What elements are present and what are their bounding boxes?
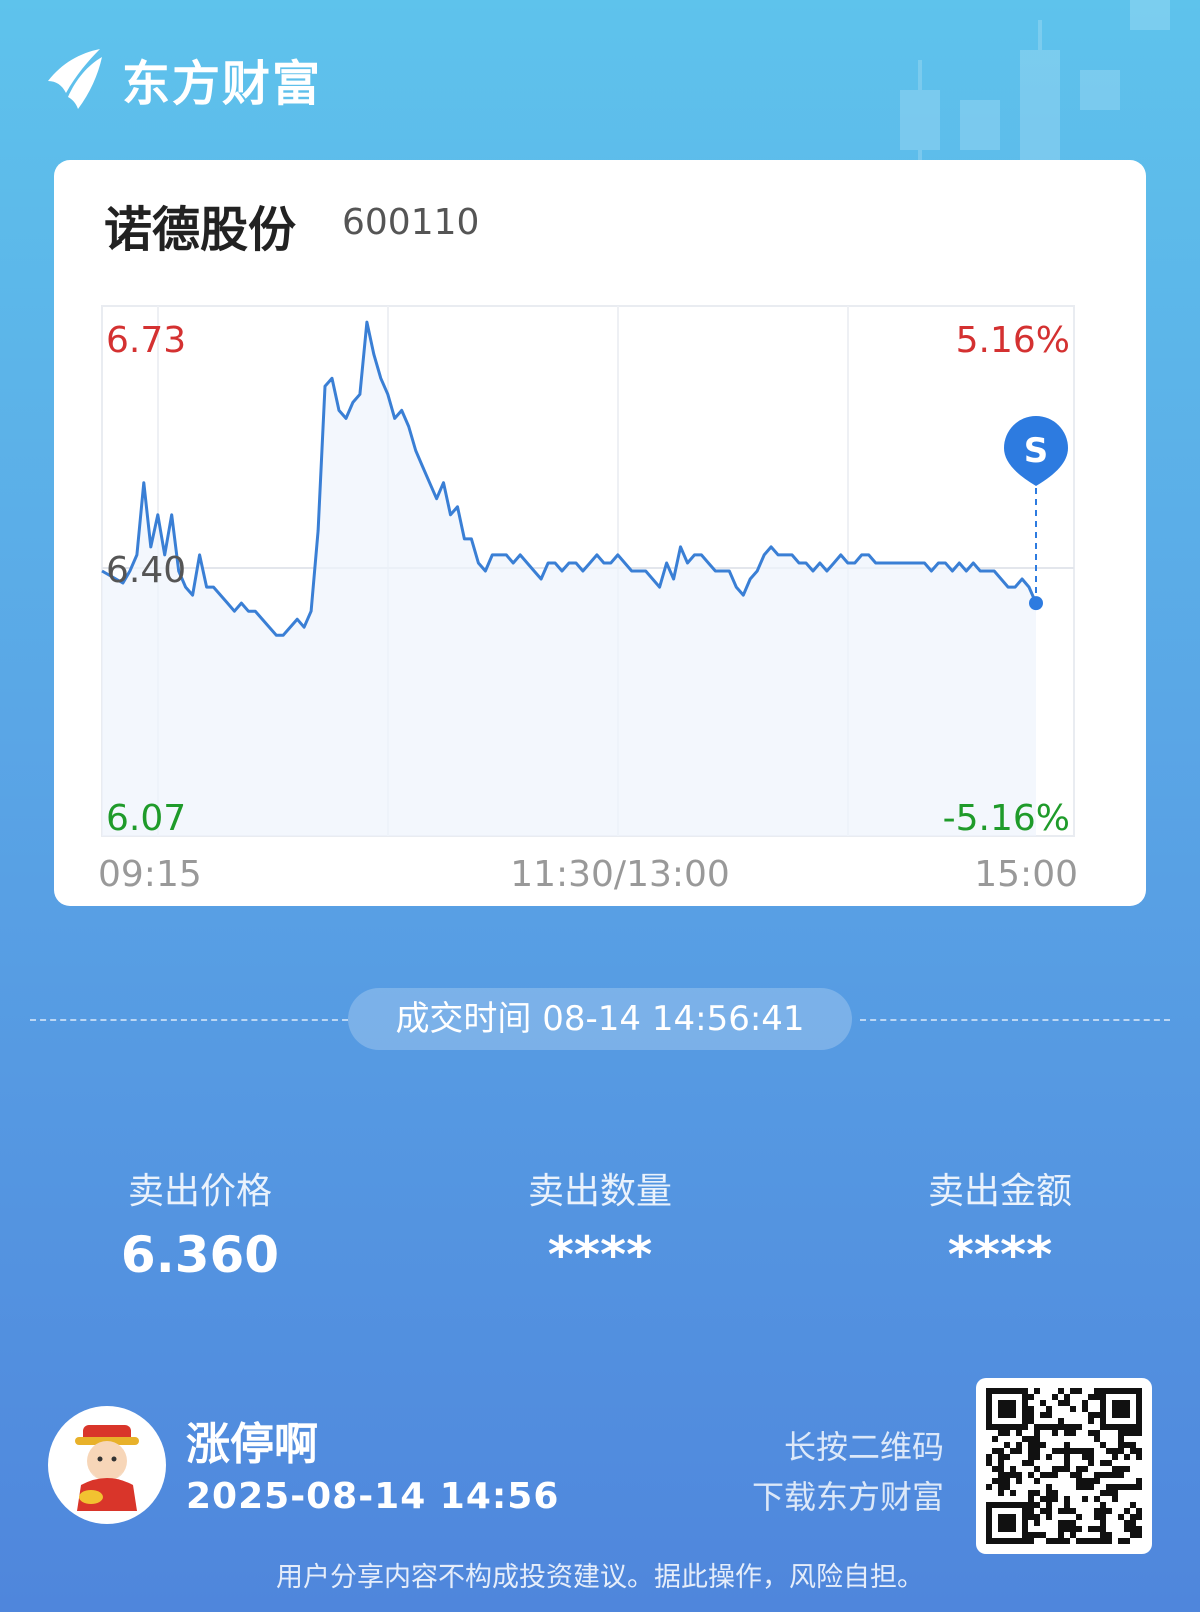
stat-value: 6.360 (120, 1226, 280, 1284)
stat-value: **** (547, 1226, 653, 1284)
share-time: 2025-08-14 14:56 (186, 1476, 560, 1517)
stat-sell-quantity: 卖出数量 **** (420, 1162, 780, 1284)
stat-label: 卖出金额 (927, 1171, 1072, 1212)
brand-header: 东方财富 (44, 44, 322, 114)
stat-label: 卖出价格 (127, 1171, 272, 1212)
eastmoney-logo-icon (48, 49, 102, 109)
divider-right (860, 1019, 1170, 1021)
trade-time-value: 08-14 14:56:41 (542, 999, 805, 1039)
percent-label-low: -5.16% (943, 798, 1070, 839)
price-label-mid: 6.40 (106, 550, 186, 591)
sell-marker-label: S (1024, 431, 1049, 471)
stock-chart-card: 诺德股份 600110 6.73 6.40 6.07 5.16% -5.16% … (54, 160, 1146, 906)
time-label-midday: 11:30/13:00 (510, 854, 730, 895)
stat-value: **** (947, 1226, 1053, 1284)
stat-label: 卖出数量 (527, 1171, 672, 1212)
qr-code-icon (986, 1388, 1142, 1544)
brand-name: 东方财富 (122, 56, 323, 112)
qr-hint-line1: 长按二维码 (783, 1428, 944, 1466)
time-label-close: 15:00 (974, 854, 1078, 895)
sell-marker-badge[interactable]: S (1004, 416, 1068, 486)
qr-code[interactable] (976, 1378, 1152, 1554)
price-label-low: 6.07 (106, 798, 186, 839)
divider-left (30, 1019, 348, 1021)
intraday-chart: 6.73 6.40 6.07 5.16% -5.16% 09:15 11:30/… (98, 305, 1078, 895)
user-name: 涨停啊 (186, 1419, 318, 1470)
price-label-high: 6.73 (106, 320, 186, 361)
stat-sell-amount: 卖出金额 **** (820, 1162, 1180, 1284)
percent-label-high: 5.16% (956, 320, 1070, 361)
qr-hint-line2: 下载东方财富 (751, 1478, 944, 1516)
qr-hint: 长按二维码 下载东方财富 (752, 1422, 944, 1522)
disclaimer: 用户分享内容不构成投资建议。据此操作，风险自担。 (276, 1562, 924, 1593)
avatar[interactable] (48, 1406, 166, 1524)
sell-point-dot (1029, 596, 1043, 611)
price-area (102, 322, 1036, 837)
trade-time-pill: 成交时间 08-14 14:56:41 (348, 988, 852, 1050)
caishen-avatar-icon (75, 1425, 139, 1511)
stat-sell-price: 卖出价格 6.360 (20, 1162, 380, 1284)
trade-time-label: 成交时间 (395, 999, 532, 1039)
time-label-open: 09:15 (98, 854, 202, 895)
